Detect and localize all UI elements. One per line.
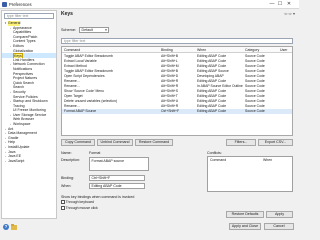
unbind-command-button[interactable]: Unbind Command [97,139,133,146]
scheme-value: Default [81,28,93,32]
import-export-icon[interactable] [11,224,17,230]
title-bar: Preferences — ☐ ✕ [0,0,299,9]
column-command[interactable]: Command [64,48,80,53]
close-button[interactable]: ✕ [285,1,293,8]
binding-label: Binding: [61,176,74,180]
name-value: Format [89,151,101,155]
keybindings-table[interactable]: Command Binding When Category User Toggl… [61,46,293,136]
cancel-button[interactable]: Cancel [264,223,294,230]
conflicts-table[interactable]: Command When [207,156,293,192]
when-label: When: [61,184,72,188]
conflicts-label: Conflicts: [207,151,222,155]
apply-button[interactable]: Apply [266,211,293,218]
copy-command-button[interactable]: Copy Command [61,139,95,146]
window-title: Preferences [9,2,32,7]
minimize-button[interactable]: — [268,1,276,8]
description-field[interactable]: Format ABAP source [89,157,149,171]
chevron-down-icon: ▼ [104,28,108,32]
table-row[interactable]: Format ABAP Source Ctrl+Shift+F Editing AB… [62,108,292,114]
preferences-tree-pane: type filter text ▾ General › Appearance Capa… [1,10,57,219]
filters-button[interactable]: Filters... [226,139,256,146]
tree-item-label: JavaScript [8,158,25,163]
apply-and-close-button[interactable]: Apply and Close [229,223,261,230]
table-cell: Source Code [245,108,265,113]
page-title: Keys [61,11,73,17]
scheme-select[interactable]: Default ▼ [79,27,109,33]
column-binding[interactable]: Binding [161,48,173,53]
conflicts-column-when: When [263,158,273,162]
export-csv-button[interactable]: Export CSV... [258,139,293,146]
when-select[interactable]: Editing ABAP Code [89,183,145,189]
eclipse-icon [2,2,7,7]
restore-defaults-button[interactable]: Restore Defaults [226,211,264,218]
restore-command-button[interactable]: Restore Command [135,139,173,146]
description-label: Description: [61,158,80,162]
table-cell: Format ABAP Source [64,108,97,113]
name-label: Name: [61,151,72,155]
checkbox-icon [61,200,65,204]
column-category[interactable]: Category [245,48,259,53]
dialog-footer: ? Apply and Close Cancel [0,220,299,235]
tree-item[interactable]: › JavaScript [2,159,56,164]
when-value: Editing ABAP Code [91,184,122,188]
preferences-tree: ▾ General › Appearance Capabilities Compare/P… [2,21,56,163]
page-nav-arrows-icon[interactable]: ⇦ ⇨ ▾ [284,11,295,16]
binding-input[interactable]: Ctrl+Shift+F [89,175,145,181]
tree-filter-input[interactable]: type filter text [4,13,54,19]
show-bindings-label: Show key bindings when command is invoke… [61,195,135,199]
through-mouse-checkbox[interactable]: Through mouse click [61,206,98,210]
table-cell: Ctrl+Shift+F [161,108,180,113]
scheme-label: Scheme: [61,28,76,32]
through-keyboard-checkbox[interactable]: Through keyboard [61,200,94,204]
keys-page: Keys ⇦ ⇨ ▾ Scheme: Default ▼ type filter… [59,10,297,219]
through-keyboard-label: Through keyboard [65,200,94,204]
help-icon[interactable]: ? [3,224,9,230]
keys-filter-input[interactable]: type filter text [61,38,293,44]
column-when[interactable]: When [197,48,206,53]
checkbox-icon [61,206,65,210]
conflicts-column-command: Command [210,158,227,162]
table-cell: Editing ABAP Code [197,108,227,113]
maximize-button[interactable]: ☐ [276,1,284,8]
through-mouse-label: Through mouse click [65,206,98,210]
collapse-arrow-icon[interactable]: › [4,159,7,164]
column-user[interactable]: User [280,48,287,53]
table-header: Command Binding When Category User [62,47,292,53]
